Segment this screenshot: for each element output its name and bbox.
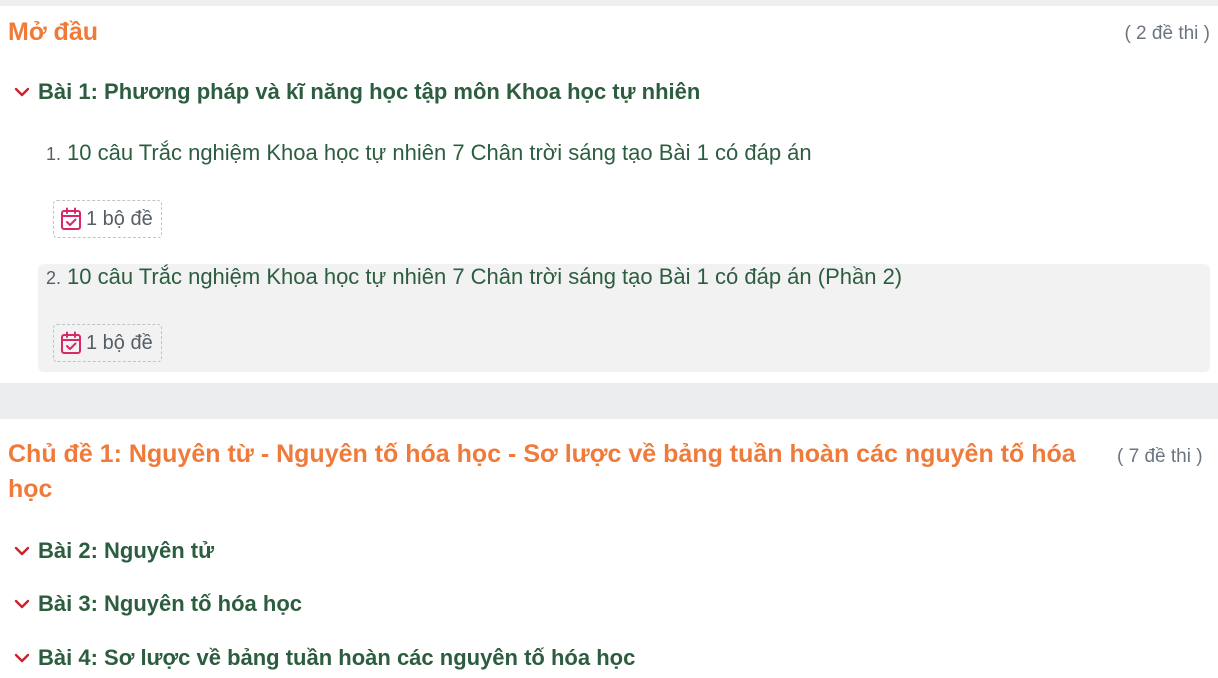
chevron-down-icon — [14, 85, 32, 99]
item-number: 1. — [46, 144, 62, 164]
list-item: 2. 10 câu Trắc nghiệm Khoa học tự nhiên … — [38, 264, 1210, 372]
item-title-link[interactable]: 10 câu Trắc nghiệm Khoa học tự nhiên 7 C… — [67, 264, 902, 290]
lesson-title: Bài 4: Sơ lược về bảng tuần hoàn các ngu… — [38, 645, 636, 670]
exam-set-badge[interactable]: 1 bộ đề — [53, 200, 162, 238]
section-card-chu-de-1: Chủ đề 1: Nguyên từ - Nguyên tố hóa học … — [0, 419, 1218, 678]
lesson-title: Bài 3: Nguyên tố hóa học — [38, 591, 303, 616]
calendar-check-icon — [60, 207, 82, 231]
item-number: 2. — [46, 268, 62, 288]
chevron-down-icon — [14, 544, 32, 558]
lesson-toggle-bai-4[interactable]: Bài 4: Sơ lược về bảng tuần hoàn các ngu… — [14, 644, 635, 672]
badge-label: 1 bộ đề — [86, 331, 153, 354]
lesson-toggle-bai-3[interactable]: Bài 3: Nguyên tố hóa học — [14, 590, 302, 618]
page: Mở đầu ( 2 đề thi ) Bài 1: Phương pháp v… — [0, 0, 1218, 678]
list-item: 1. 10 câu Trắc nghiệm Khoa học tự nhiên … — [38, 140, 1210, 248]
lesson-toggle-bai-1[interactable]: Bài 1: Phương pháp và kĩ năng học tập mô… — [14, 78, 700, 106]
section-exam-count: ( 7 đề thi ) — [1117, 446, 1203, 467]
section-title[interactable]: Chủ đề 1: Nguyên từ - Nguyên tố hóa học … — [8, 437, 1093, 507]
section-exam-count: ( 2 đề thi ) — [1124, 23, 1210, 44]
calendar-check-icon — [60, 331, 82, 355]
lesson-title: Bài 2: Nguyên tử — [38, 538, 215, 563]
section-card-mo-dau: Mở đầu ( 2 đề thi ) Bài 1: Phương pháp v… — [0, 6, 1218, 383]
badge-label: 1 bộ đề — [86, 207, 153, 230]
item-title-link[interactable]: 10 câu Trắc nghiệm Khoa học tự nhiên 7 C… — [67, 140, 812, 166]
chevron-down-icon — [14, 597, 32, 611]
chevron-down-icon — [14, 651, 32, 665]
lesson-toggle-bai-2[interactable]: Bài 2: Nguyên tử — [14, 537, 214, 565]
lesson-title: Bài 1: Phương pháp và kĩ năng học tập mô… — [38, 79, 701, 104]
section-title[interactable]: Mở đầu — [8, 15, 98, 50]
exam-set-badge[interactable]: 1 bộ đề — [53, 324, 162, 362]
